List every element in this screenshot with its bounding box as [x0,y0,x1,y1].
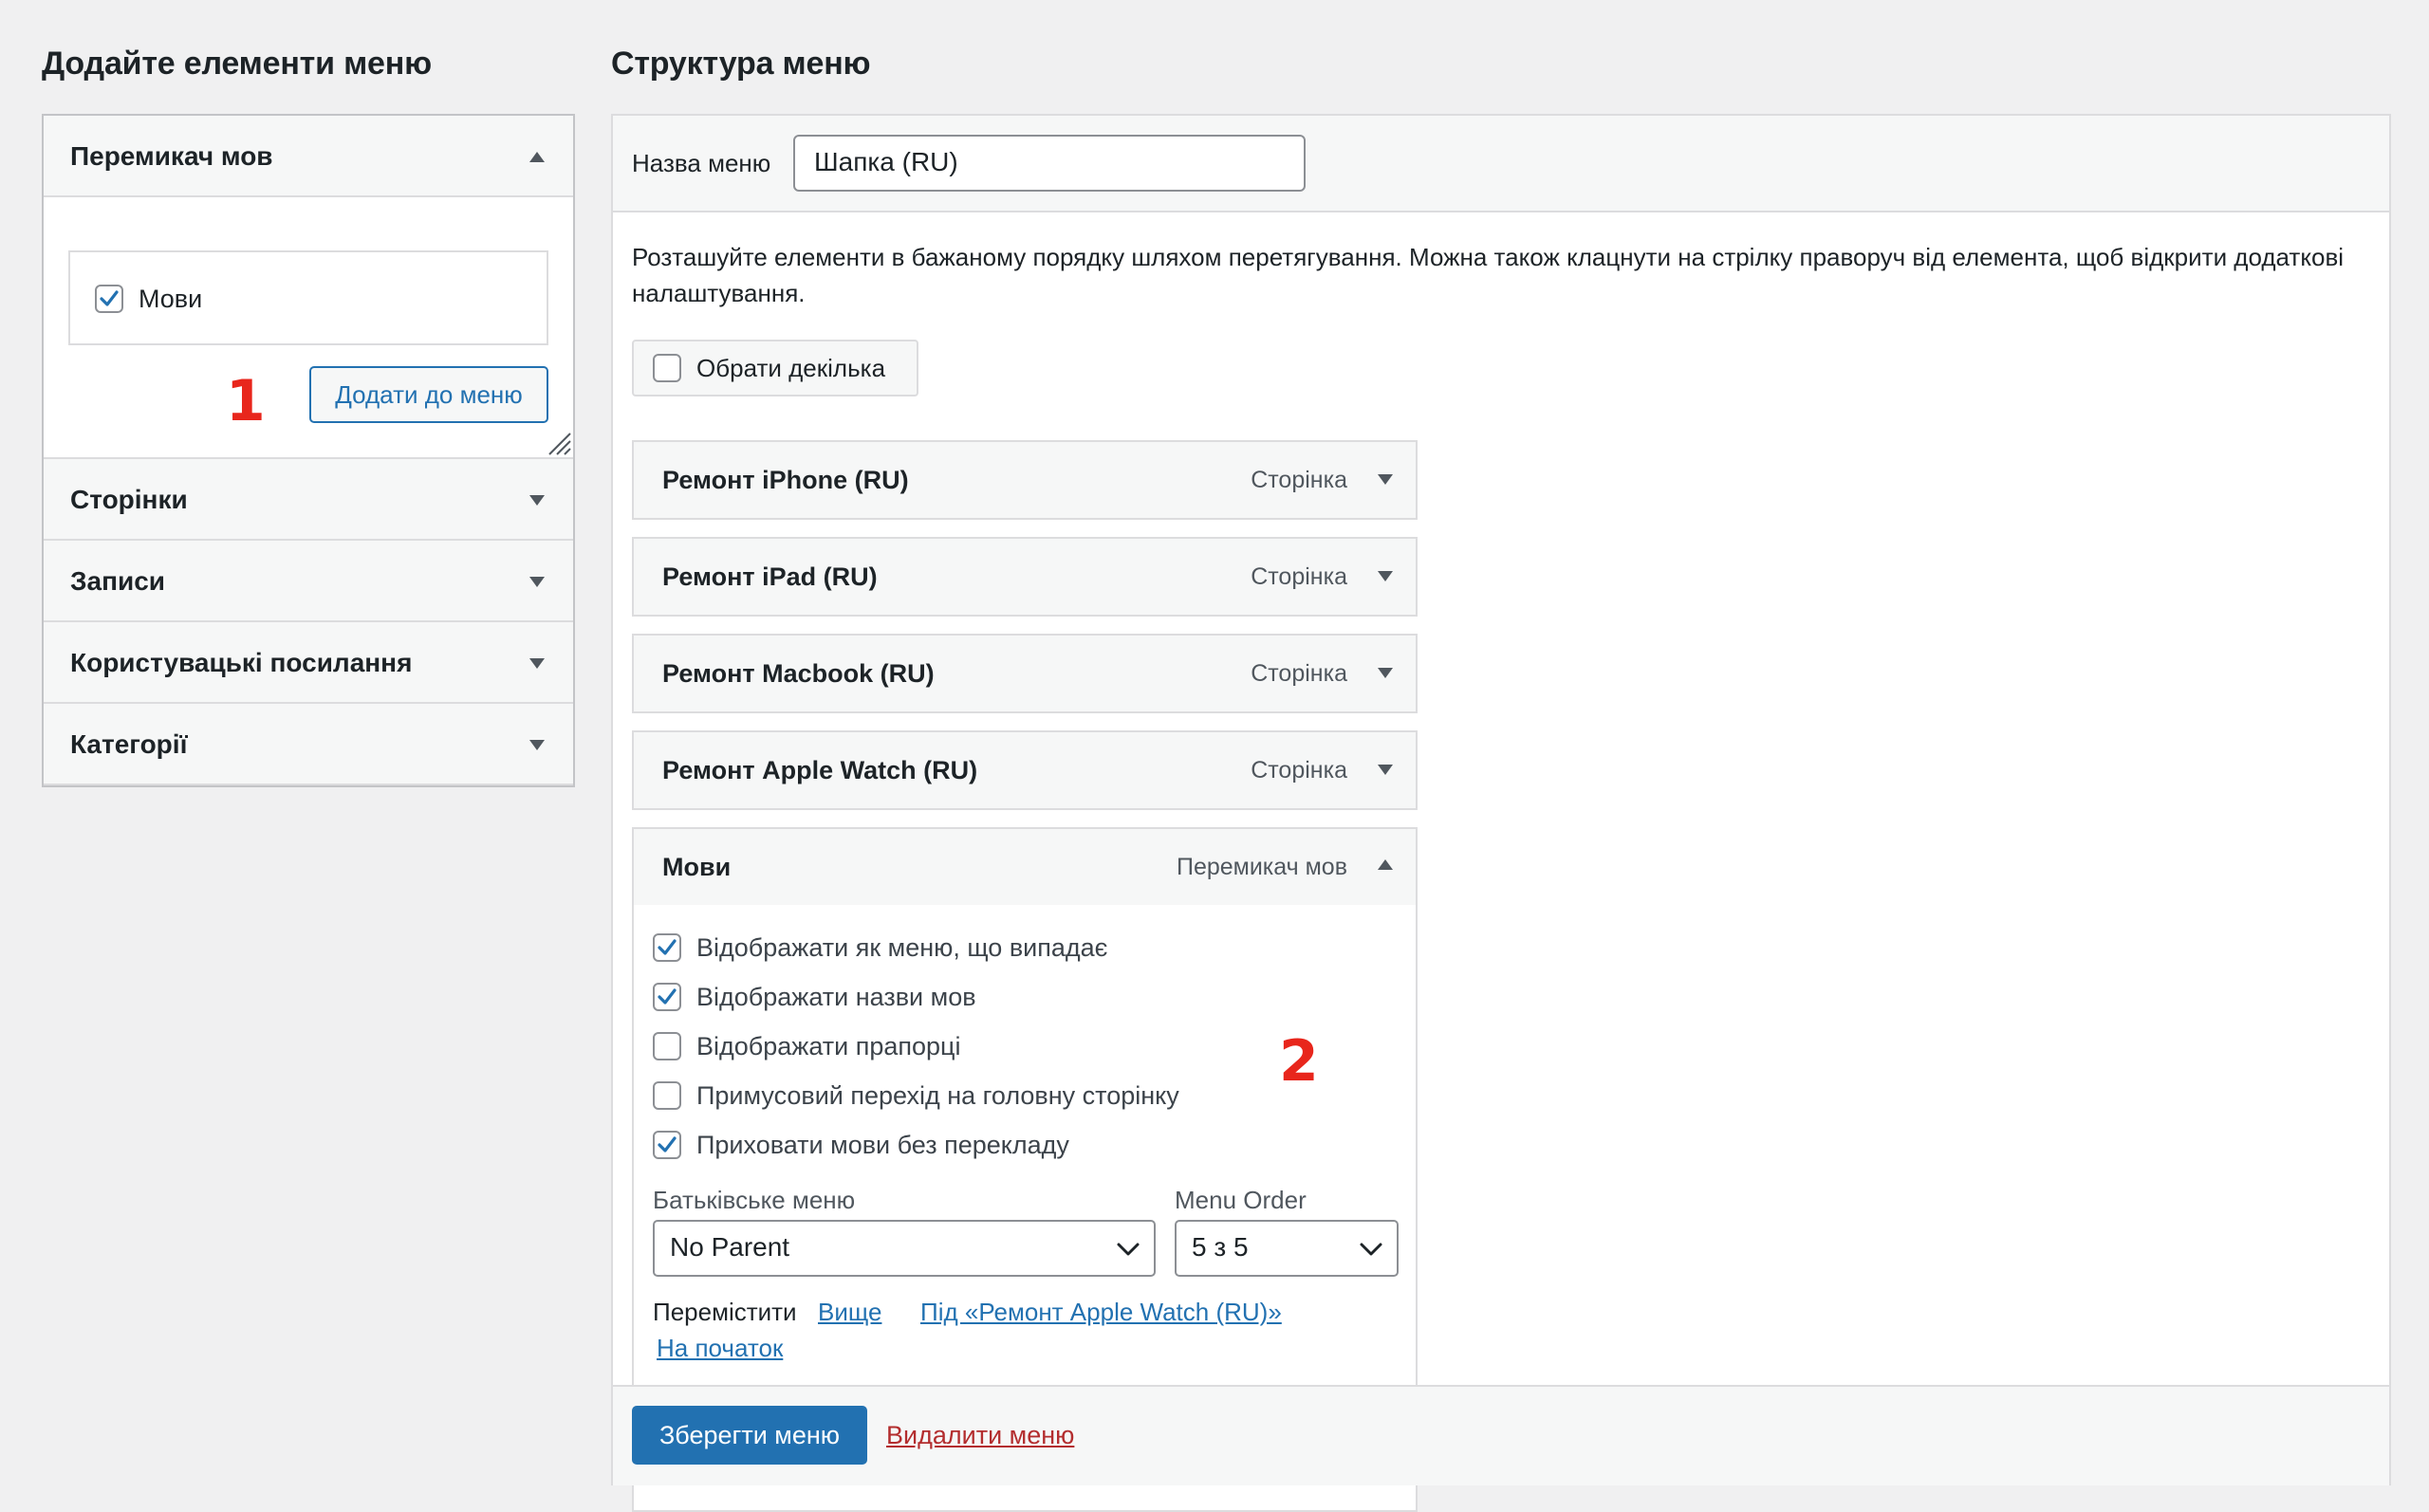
annotation-number-2: 2 [1279,1028,1319,1095]
languages-checkbox-label: Мови [139,285,203,313]
accordion-title: Користувацькі посилання [70,648,413,677]
accordion-title: Перемикач мов [70,141,273,171]
expand-arrow-icon[interactable] [1378,668,1393,678]
menu-item-type: Перемикач мов [1176,854,1347,880]
accordion-pages[interactable]: Сторінки [44,459,573,541]
chevron-down-icon [1117,1243,1140,1256]
menu-name-input[interactable]: Шапка (RU) [793,135,1306,192]
expand-arrow-icon[interactable] [529,658,545,669]
checkmark-icon [658,1136,677,1152]
menu-name-label: Назва меню [632,149,771,177]
accordion-title: Категорії [70,729,188,759]
menu-order-select[interactable]: 5 з 5 [1175,1220,1399,1277]
menu-item-type: Сторінка [1251,757,1347,784]
add-to-menu-button[interactable]: Додати до меню [309,366,548,423]
option-checkbox[interactable] [653,1081,681,1110]
expand-arrow-icon[interactable] [1378,571,1393,581]
parent-menu-value: No Parent [670,1232,790,1262]
move-label: Перемістити [653,1298,797,1326]
save-menu-button[interactable]: Зберегти меню [632,1406,867,1465]
option-label: Відображати як меню, що випадає [696,933,1108,962]
delete-menu-link[interactable]: Видалити меню [886,1406,1074,1465]
menu-item[interactable]: Ремонт Apple Watch (RU) Сторінка [632,730,1418,810]
menu-item-title: Ремонт Macbook (RU) [662,659,935,688]
menu-instructions: Розташуйте елементи в бажаному порядку ш… [632,243,2345,307]
menu-structure-heading: Структура меню [611,46,871,82]
option-label: Примусовий перехід на головну сторінку [696,1081,1179,1110]
option-label: Відображати назви мов [696,983,976,1011]
move-under-link[interactable]: Під «Ремонт Apple Watch (RU)» [920,1296,1282,1328]
bulk-select-checkbox[interactable] [653,354,681,382]
option-checkbox[interactable] [653,983,681,1011]
checkmark-icon [658,988,677,1005]
languages-checkbox[interactable] [95,285,123,313]
accordion-language-switcher[interactable]: Перемикач мов [44,116,573,197]
expand-arrow-icon[interactable] [529,740,545,750]
collapse-arrow-icon[interactable] [529,152,545,162]
parent-menu-label: Батьківське меню [653,1186,856,1214]
menu-name-bar: Назва меню Шапка (RU) [613,116,2389,212]
accordion-posts[interactable]: Записи [44,541,573,622]
expand-arrow-icon[interactable] [529,577,545,587]
move-to-top-link[interactable]: На початок [657,1332,783,1364]
move-up-link[interactable]: Вище [818,1296,881,1328]
add-menu-items-heading: Додайте елементи меню [42,46,432,82]
language-switcher-body: Мови 1 Додати до меню [44,197,573,459]
option-checkbox[interactable] [653,933,681,962]
accordion-categories[interactable]: Категорії [44,704,573,785]
menu-item-title: Ремонт iPad (RU) [662,562,878,591]
bulk-select-label: Обрати декілька [696,354,886,382]
menu-item[interactable]: Ремонт iPhone (RU) Сторінка [632,440,1418,520]
accordion-custom-links[interactable]: Користувацькі посилання [44,622,573,704]
chevron-down-icon [1360,1243,1382,1256]
menu-item-title: Ремонт Apple Watch (RU) [662,756,978,784]
menu-item-title: Мови [662,853,732,881]
option-label: Відображати прапорці [696,1032,961,1060]
expand-arrow-icon[interactable] [529,495,545,506]
add-items-panel: Перемикач мов Мови 1 Додати до меню Стор… [42,114,575,787]
menu-item-type: Сторінка [1251,467,1347,493]
accordion-title: Записи [70,566,166,596]
menu-footer: Зберегти меню Видалити меню [613,1385,2389,1485]
option-checkbox[interactable] [653,1131,681,1159]
annotation-number-1: 1 [226,368,266,434]
checkmark-icon [100,290,119,306]
menu-order-label: Menu Order [1175,1186,1307,1214]
option-checkbox[interactable] [653,1032,681,1060]
menu-structure-panel: Назва меню Шапка (RU) Розташуйте елемент… [611,114,2391,1512]
menu-item[interactable]: Ремонт Macbook (RU) Сторінка [632,634,1418,713]
resize-handle-icon[interactable] [547,431,571,455]
language-checklist: Мови [68,250,548,345]
checkmark-icon [658,939,677,955]
bulk-select-button[interactable]: Обрати декілька [632,340,918,396]
menu-item[interactable]: Ремонт iPad (RU) Сторінка [632,537,1418,617]
menu-item-title: Ремонт iPhone (RU) [662,466,909,494]
option-label: Приховати мови без перекладу [696,1131,1069,1159]
expand-arrow-icon[interactable] [1378,474,1393,485]
menu-item-expanded[interactable]: Мови Перемикач мов [632,827,1418,907]
menu-item-type: Сторінка [1251,563,1347,590]
menu-item-type: Сторінка [1251,660,1347,687]
accordion-title: Сторінки [70,485,188,514]
parent-menu-select[interactable]: No Parent [653,1220,1156,1277]
expand-arrow-icon[interactable] [1378,765,1393,775]
collapse-arrow-icon[interactable] [1378,859,1393,870]
menu-order-value: 5 з 5 [1192,1232,1249,1262]
